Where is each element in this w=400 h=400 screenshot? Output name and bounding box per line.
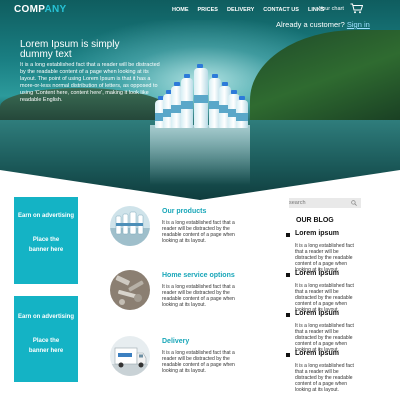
banner-subtext: Place the banner here [28,237,64,253]
hero-section: COMPANY HOME PRICES DELIVERY CONTACT US … [0,0,400,200]
service-description: It is a long established fact that a rea… [162,220,235,244]
service-home-options: Home service options It is a long establ… [110,270,240,320]
bullet-icon [286,273,290,277]
banner-subtext: Place the banner here [28,338,64,354]
service-our-products: Our products It is a long established fa… [110,206,240,256]
bottle [194,64,208,128]
nav-prices[interactable]: PRICES [198,7,218,13]
customer-signin: Already a customer? Sign in [276,20,370,29]
advertising-banner[interactable]: Earn on advertising Place the banner her… [14,296,78,382]
logo-text-part1: COMP [14,4,45,15]
bullet-icon [286,313,290,317]
bottle [236,96,248,128]
company-logo[interactable]: COMPANY [14,4,66,15]
delivery-truck-photo [110,336,150,376]
shopping-cart-icon[interactable] [350,3,363,14]
hero-title: Lorem Ipsum is simply dummy text [20,39,120,60]
main-menu: HOME PRICES DELIVERY CONTACT US LINKS [172,7,324,13]
water-bottles-image [155,64,248,128]
blog-post-title[interactable]: Lorem ipsum [295,230,339,237]
customer-prompt: Already a customer? [276,20,345,29]
blog-post-text: It is a long established fact that a rea… [295,363,354,393]
banner-heading: Earn on advertising [17,314,74,320]
service-description: It is a long established fact that a rea… [162,350,235,374]
blog-post-text: It is a long established fact that a rea… [295,283,354,313]
service-title[interactable]: Delivery [162,338,189,345]
cart-label[interactable]: Your chart [319,6,344,12]
signin-link[interactable]: Sign in [347,20,370,29]
advertising-banner[interactable]: Earn on advertising Place the banner her… [14,197,78,284]
service-title[interactable]: Home service options [162,272,235,279]
search-icon[interactable] [351,200,357,206]
bullet-icon [286,353,290,357]
blog-post-title[interactable]: Lorem ipsum [295,310,339,317]
service-title[interactable]: Our products [162,208,206,215]
tools-photo [110,270,150,310]
blog-post-title[interactable]: Lorem ipsum [295,270,339,277]
bottle [181,74,193,128]
nav-contact-us[interactable]: CONTACT US [263,7,299,13]
nav-home[interactable]: HOME [172,7,189,13]
top-navigation: COMPANY HOME PRICES DELIVERY CONTACT US … [0,0,400,20]
blog-post-text: It is a long established fact that a rea… [295,323,354,353]
logo-text-part2: ANY [44,4,67,15]
blog-post-title[interactable]: Lorem ipsum [295,350,339,357]
hero-chevron-divider [0,170,400,200]
hero-body-text: It is a long established fact that a rea… [20,62,160,103]
blog-title: OUR BLOG [296,217,334,224]
service-description: It is a long established fact that a rea… [162,284,235,308]
banner-heading: Earn on advertising [17,213,74,219]
service-delivery: Delivery It is a long established fact t… [110,336,240,386]
blog-post-text: It is a long established fact that a rea… [295,243,354,273]
water-bottles-photo [110,206,150,246]
bullet-icon [286,233,290,237]
nav-delivery[interactable]: DELIVERY [227,7,254,13]
